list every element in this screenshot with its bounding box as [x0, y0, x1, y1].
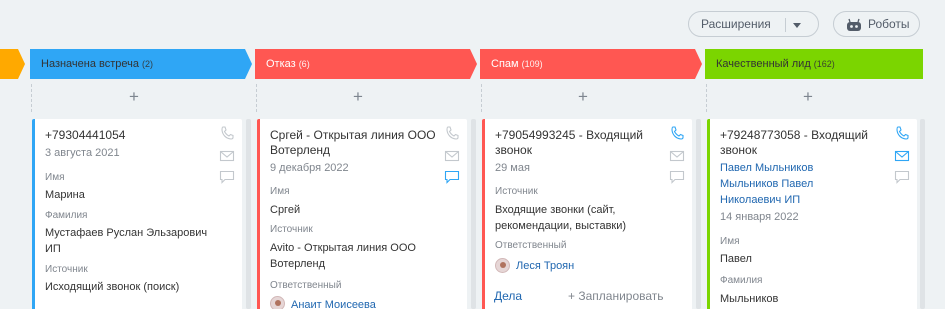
card-date: 29 мая [495, 162, 530, 174]
stage-header-previous[interactable] [0, 49, 25, 79]
field-label: Источник [495, 186, 538, 197]
robot-icon [847, 18, 861, 31]
field-value: Avito - Открытая линия ООО Вотерленд [270, 242, 416, 270]
field-label: Имя [270, 186, 290, 197]
column-scrollbar[interactable] [920, 119, 925, 309]
card-date: 9 декабря 2022 [270, 162, 349, 174]
mail-icon[interactable] [444, 149, 460, 163]
stage-name: Отказ [266, 58, 296, 70]
column-divider [31, 84, 32, 112]
column-scrollbar[interactable] [696, 119, 701, 309]
robots-button[interactable]: Роботы [833, 11, 920, 37]
field-label: Ответственный [270, 280, 342, 291]
add-card-button[interactable]: + [351, 88, 365, 105]
column-scrollbar[interactable] [246, 119, 251, 309]
column-divider [706, 84, 707, 112]
chat-icon[interactable] [894, 170, 910, 184]
mail-icon[interactable] [669, 149, 685, 163]
add-card-button[interactable]: + [801, 88, 815, 105]
stage-name: Спам [491, 58, 519, 70]
avatar [495, 258, 510, 273]
responsible-link[interactable]: Анаит Моисеева [291, 297, 441, 309]
stage-name: Назначена встреча [41, 58, 140, 70]
company-link[interactable]: Павел Мыльников Мыльников Павел Николаев… [720, 160, 860, 208]
card-stage-edge [257, 119, 260, 309]
avatar [270, 296, 285, 309]
deals-link[interactable]: Дела [494, 289, 522, 303]
lead-card[interactable]: Сргей - Открытая линия ООО Вотерленд 9 д… [257, 119, 467, 309]
robots-label: Роботы [868, 17, 910, 31]
card-title[interactable]: +79304441054 [45, 128, 205, 143]
mail-icon[interactable] [219, 149, 235, 163]
field-label: Фамилия [45, 210, 88, 221]
column-scrollbar[interactable] [471, 119, 476, 309]
button-divider [785, 18, 786, 32]
lead-card[interactable]: +79304441054 3 августа 2021 Имя Марина Ф… [32, 119, 242, 309]
card-date: 14 января 2022 [720, 211, 799, 223]
card-title[interactable]: +79054993245 - Входящий звонок [495, 128, 665, 158]
card-stage-edge [482, 119, 485, 309]
field-label: Источник [45, 264, 88, 275]
stage-name: Качественный лид [716, 58, 811, 70]
field-value: Марина [45, 189, 85, 201]
chat-icon[interactable] [219, 170, 235, 184]
field-value: Сргей [270, 204, 301, 216]
field-label: Ответственный [495, 240, 567, 251]
field-value: Мыльников [720, 293, 779, 305]
field-label: Имя [45, 172, 65, 183]
chat-icon[interactable] [669, 170, 685, 184]
field-value: Павел [720, 253, 752, 265]
add-card-button[interactable]: + [576, 88, 590, 105]
add-card-button[interactable]: + [127, 88, 141, 105]
stage-count: (2) [142, 59, 154, 69]
kanban-toolbar: Расширения Роботы [0, 0, 945, 46]
stage-count: (162) [813, 59, 835, 69]
field-value: Входящие звонки (сайт, рекомендации, выс… [495, 204, 627, 232]
phone-icon[interactable] [444, 126, 460, 140]
stage-header-refusal[interactable]: Отказ (6) [255, 49, 477, 79]
card-date: 3 августа 2021 [45, 147, 120, 159]
field-value: Исходящий звонок (поиск) [45, 281, 180, 293]
mail-icon[interactable] [894, 149, 910, 163]
field-label: Источник [270, 224, 313, 235]
phone-icon[interactable] [669, 126, 685, 140]
phone-icon[interactable] [894, 126, 910, 140]
field-label: Имя [720, 236, 740, 247]
lead-card[interactable]: +79248773058 - Входящий звонок Павел Мыл… [707, 119, 917, 309]
phone-icon[interactable] [219, 126, 235, 140]
card-title[interactable]: +79248773058 - Входящий звонок [720, 128, 890, 158]
field-value: Мустафаев Руслан Эльзарович ИП [45, 227, 208, 255]
stage-header-quality-lead[interactable]: Качественный лид (162) [705, 49, 923, 79]
card-stage-edge [32, 119, 35, 309]
field-label: Фамилия [720, 275, 763, 286]
extensions-label: Расширения [701, 17, 771, 31]
chevron-down-icon[interactable] [793, 23, 801, 28]
stage-header-meeting[interactable]: Назначена встреча (2) [30, 49, 252, 79]
stage-header-spam[interactable]: Спам (109) [480, 49, 702, 79]
stage-count: (109) [521, 59, 543, 69]
chat-icon[interactable] [444, 170, 460, 184]
lead-card[interactable]: +79054993245 - Входящий звонок 29 мая Ис… [482, 119, 692, 309]
schedule-activity-link[interactable]: + Запланировать [568, 289, 664, 303]
column-divider [481, 84, 482, 112]
card-title[interactable]: Сргей - Открытая линия ООО Вотерленд [270, 128, 440, 158]
extensions-button[interactable]: Расширения [688, 11, 819, 37]
responsible-link[interactable]: Леся Троян [516, 258, 666, 274]
column-divider [256, 84, 257, 112]
stage-count: (6) [298, 59, 310, 69]
card-stage-edge [707, 119, 710, 309]
